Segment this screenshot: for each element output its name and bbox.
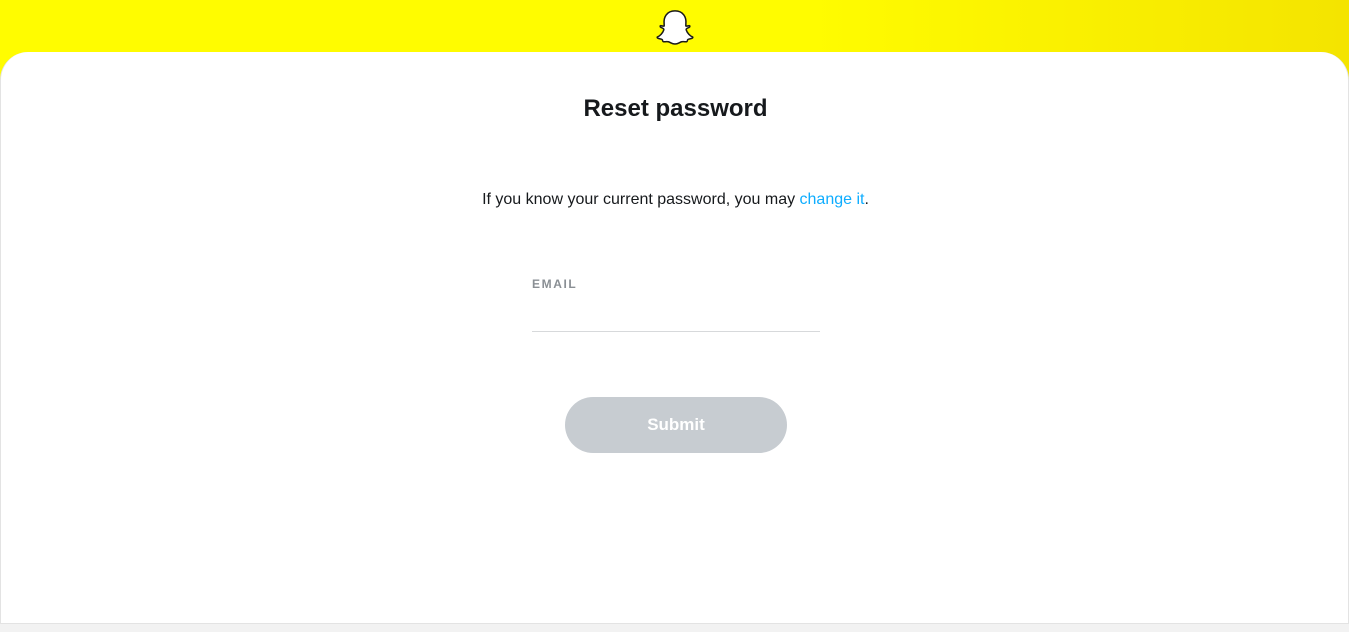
change-password-hint: If you know your current password, you m… [1,191,1349,209]
page-title: Reset password [583,95,768,122]
submit-button[interactable]: Submit [565,397,787,453]
email-field[interactable] [532,300,820,332]
email-label: EMAIL [532,277,578,291]
change-it-link[interactable]: change it [800,191,865,208]
hint-text: If you know your current password, you m… [482,191,800,208]
hint-suffix: . [864,191,869,208]
reset-password-card: Reset password If you know your current … [0,52,1349,624]
ghost-icon[interactable] [656,9,694,45]
